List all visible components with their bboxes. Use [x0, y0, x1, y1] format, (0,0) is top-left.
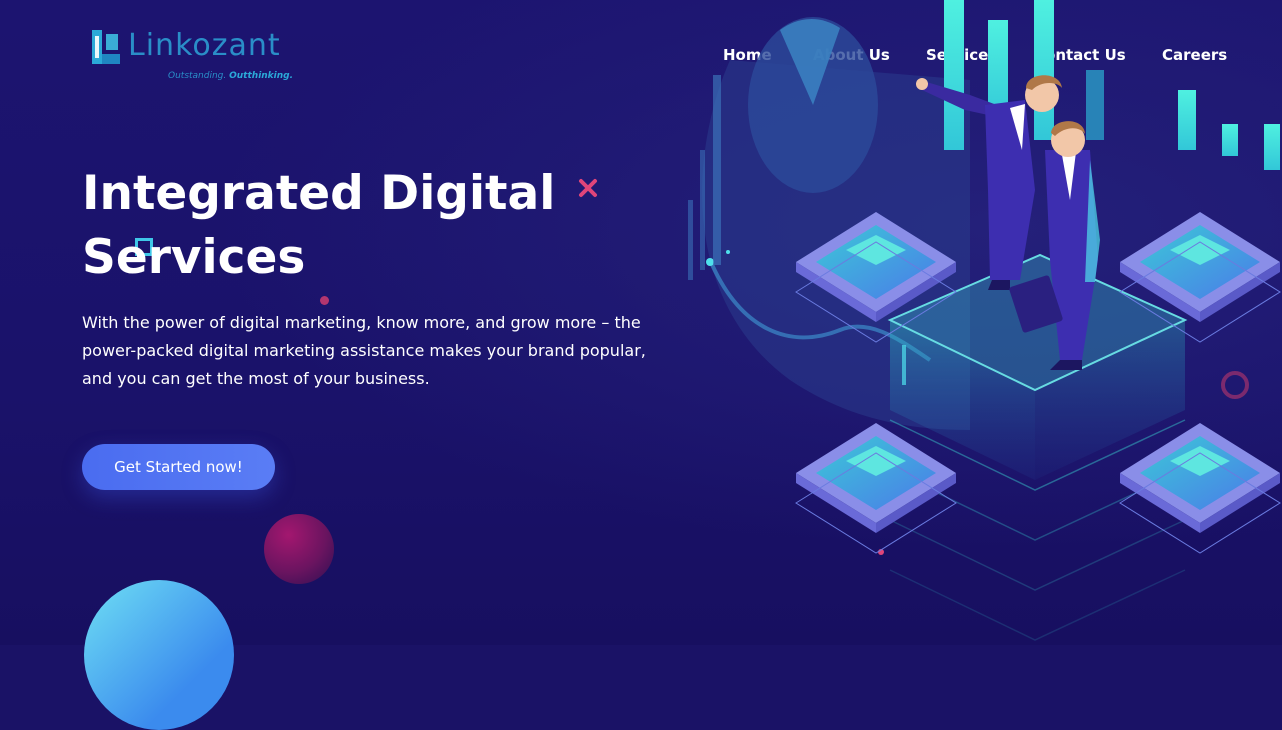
- brand-logo[interactable]: Linkozant Outstanding. Outthinking.: [92, 28, 293, 88]
- chip-tile: [1119, 423, 1281, 554]
- brand-tagline: Outstanding. Outthinking.: [168, 71, 293, 81]
- hero-description: With the power of digital marketing, kno…: [82, 313, 646, 388]
- brand-tagline-bold: Outthinking.: [229, 71, 294, 81]
- brand-name: Linkozant: [128, 28, 281, 63]
- hero-title-line2: Services: [82, 230, 306, 285]
- hero-title: Integrated Digital Services: [82, 162, 602, 290]
- get-started-button[interactable]: Get Started now!: [82, 444, 275, 490]
- chip-tile: [795, 423, 957, 554]
- decor-circle-large: [84, 580, 234, 730]
- decor-dot: [320, 296, 329, 305]
- hero-illustration: [688, 0, 1281, 641]
- page-background: Linkozant Outstanding. Outthinking. Home…: [0, 0, 1282, 730]
- decor-sphere: [264, 514, 334, 584]
- hero-title-line1: Integrated Digital: [82, 166, 556, 221]
- logo-mark-icon: [92, 30, 120, 64]
- brand-tagline-prefix: Outstanding.: [168, 71, 227, 81]
